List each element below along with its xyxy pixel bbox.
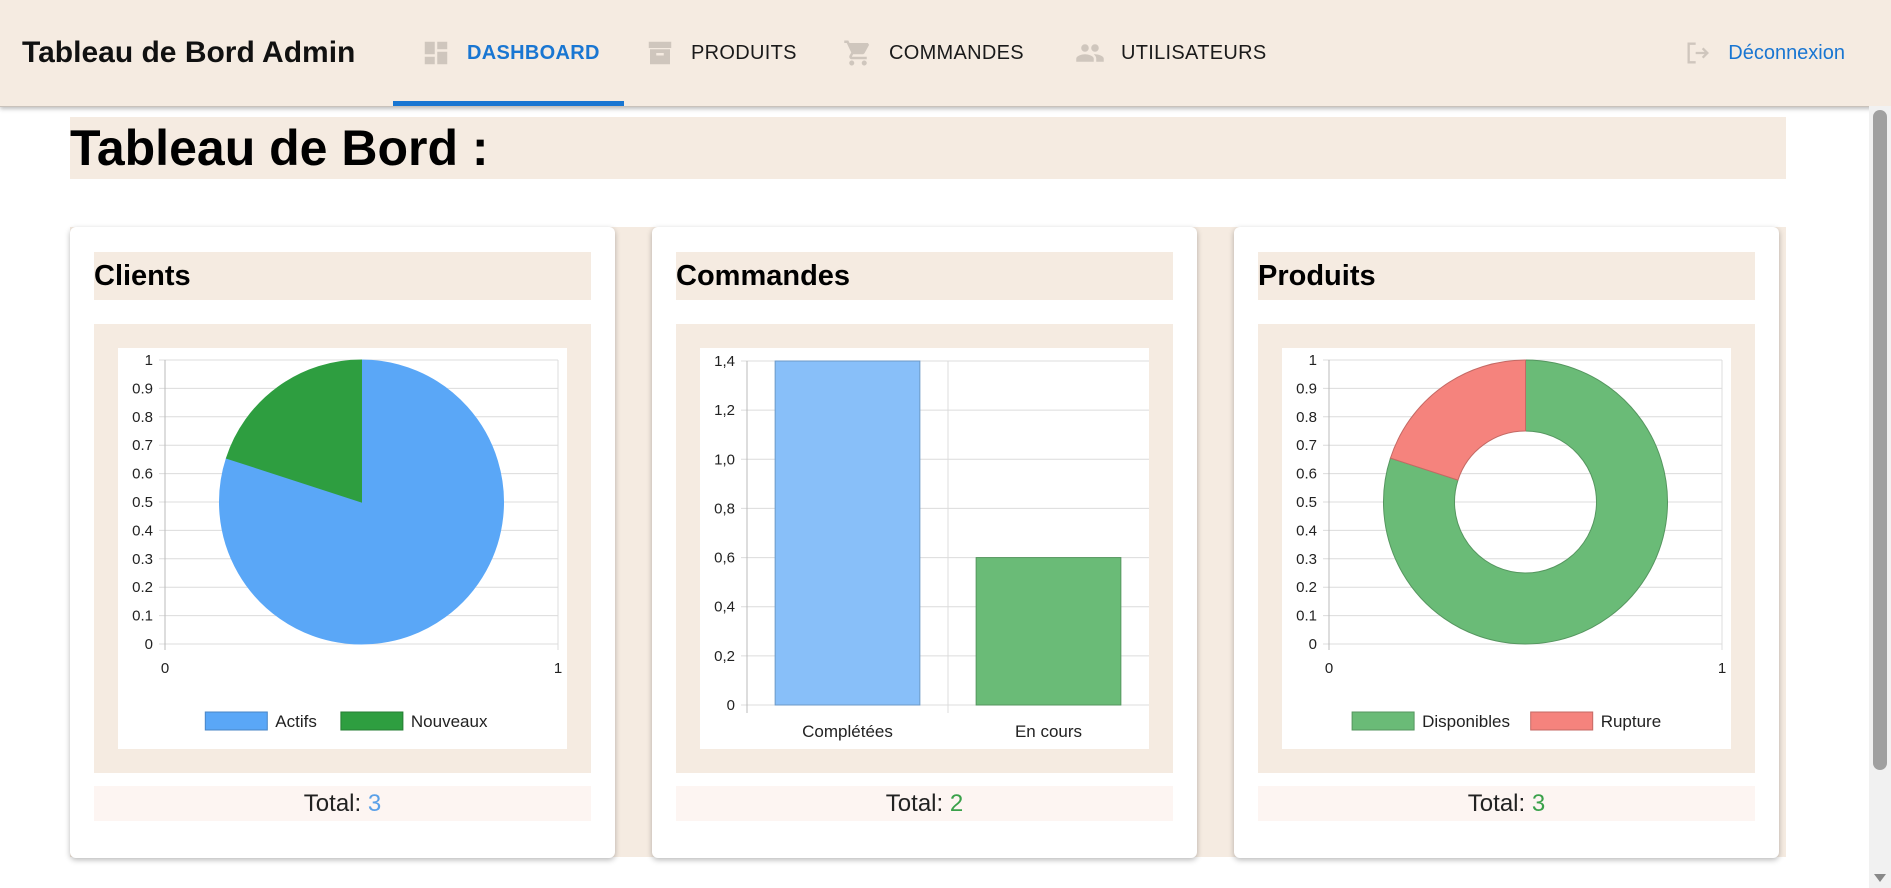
clients-pie-chart: 0 0.1 0.2 0.3 0.4 0.5 0.6 0.7 0.8 0.9 1 0 1 Actifs Nou… — [118, 348, 567, 749]
bar-en-cours — [975, 557, 1122, 706]
y-tick-label: 1,4 — [714, 353, 735, 370]
total-label: Total: — [1467, 790, 1526, 817]
x-tick-label: Complétées — [802, 722, 893, 741]
x-tick-label: 1 — [1718, 660, 1726, 677]
y-tick-label: 0,8 — [714, 500, 735, 517]
nav-tab-label: DASHBOARD — [467, 41, 600, 64]
logout-label: Déconnexion — [1728, 41, 1845, 64]
y-tick-label: 0.8 — [132, 409, 153, 426]
total-value: 3 — [1531, 790, 1546, 817]
legend-swatch — [340, 711, 404, 731]
legend-label: Actifs — [275, 712, 317, 731]
nav-tab-utilisateurs[interactable]: UTILISATEURS — [1075, 0, 1266, 106]
chart-frame: 0 0,2 0,4 0,6 0,8 1,0 1,2 1,4 Complétées En cours — [676, 324, 1173, 773]
card-total: Total: 3 — [1258, 786, 1755, 821]
y-tick-label: 0.8 — [1296, 409, 1317, 426]
card-clients: Clients 0 0.1 0.2 0.3 0.4 0.5 0.6 0.7 0.8 0.9 1 0 1 A… — [70, 227, 615, 858]
pie-slice-rupture — [1389, 359, 1526, 481]
y-tick-label: 0.9 — [132, 380, 153, 397]
y-tick-label: 0,4 — [714, 599, 735, 616]
y-tick-label: 0.7 — [1296, 437, 1317, 454]
page-title: Tableau de Bord : — [70, 117, 1786, 179]
y-tick-label: 0,2 — [714, 648, 735, 665]
total-value: 3 — [367, 790, 382, 817]
legend-swatch — [1530, 711, 1594, 731]
y-tick-label: 0.6 — [1296, 466, 1317, 483]
y-tick-label: 0,6 — [714, 550, 735, 567]
scrollbar-thumb[interactable] — [1873, 110, 1887, 770]
x-tick-label: En cours — [1015, 722, 1082, 741]
nav-tab-produits[interactable]: PRODUITS — [645, 0, 797, 106]
nav-tab-label: COMMANDES — [889, 41, 1024, 64]
chart-frame: 0 0.1 0.2 0.3 0.4 0.5 0.6 0.7 0.8 0.9 1 0 1 Actifs Nou… — [94, 324, 591, 773]
card-produits: Produits 0 0.1 0.2 0.3 0.4 0.5 0.6 0.7 0.8 0.9 1 0 1… — [1234, 227, 1779, 858]
y-tick-label: 0.3 — [1296, 551, 1317, 568]
x-tick-label: 0 — [1325, 660, 1333, 677]
card-title: Produits — [1258, 252, 1755, 300]
card-title: Commandes — [676, 252, 1173, 300]
x-tick-label: 1 — [554, 660, 562, 677]
shopping-cart-icon — [844, 40, 870, 66]
y-tick-label: 1 — [1309, 352, 1317, 369]
card-title: Clients — [94, 252, 591, 300]
y-tick-label: 0 — [145, 636, 153, 653]
total-label: Total: — [303, 790, 362, 817]
total-label: Total: — [885, 790, 944, 817]
produits-doughnut-chart: 0 0.1 0.2 0.3 0.4 0.5 0.6 0.7 0.8 0.9 1 0 1 Disponibl… — [1282, 348, 1731, 749]
commandes-bar-chart: 0 0,2 0,4 0,6 0,8 1,0 1,2 1,4 Complétées En cours — [700, 348, 1149, 749]
logout-icon — [1687, 42, 1710, 64]
legend-swatch — [1351, 711, 1415, 731]
legend-label: Rupture — [1601, 712, 1661, 731]
y-tick-label: 0.9 — [1296, 380, 1317, 397]
y-tick-label: 0.7 — [132, 437, 153, 454]
people-icon — [1076, 44, 1104, 62]
legend-swatch — [204, 711, 268, 731]
top-navbar: Tableau de Bord Admin DASHBOARD PRODUITS… — [0, 0, 1891, 107]
nav-tab-commandes[interactable]: COMMANDES — [843, 0, 1024, 106]
card-total: Total: 3 — [94, 786, 591, 821]
y-tick-label: 1,0 — [714, 451, 735, 468]
bar-completees — [774, 360, 921, 706]
legend-label: Disponibles — [1422, 712, 1510, 731]
total-value: 2 — [949, 790, 964, 817]
y-tick-label: 1 — [145, 352, 153, 369]
brand-title: Tableau de Bord Admin — [22, 36, 356, 69]
y-tick-label: 0.1 — [132, 608, 153, 625]
dashboard-icon — [424, 41, 448, 65]
y-tick-label: 0.4 — [132, 522, 153, 539]
legend-label: Nouveaux — [411, 712, 488, 731]
card-commandes: Commandes 0 0,2 0,4 0,6 0,8 1,0 1,2 1,4 Complété… — [652, 227, 1197, 858]
y-tick-label: 0 — [727, 697, 735, 714]
archive-box-icon — [648, 41, 672, 65]
y-tick-label: 0.1 — [1296, 608, 1317, 625]
x-tick-label: 0 — [161, 660, 169, 677]
chart-frame: 0 0.1 0.2 0.3 0.4 0.5 0.6 0.7 0.8 0.9 1 0 1 Disponibl… — [1258, 324, 1755, 773]
nav-tab-label: UTILISATEURS — [1121, 41, 1267, 64]
y-tick-label: 0.2 — [132, 579, 153, 596]
nav-tab-label: PRODUITS — [691, 41, 797, 64]
y-tick-label: 0.5 — [1296, 494, 1317, 511]
card-total: Total: 2 — [676, 786, 1173, 821]
y-tick-label: 0.6 — [132, 466, 153, 483]
logout-button[interactable]: Déconnexion — [1684, 0, 1845, 106]
scroll-down-arrow-icon[interactable] — [1874, 874, 1886, 882]
y-tick-label: 0.5 — [132, 494, 153, 511]
y-tick-label: 0.2 — [1296, 579, 1317, 596]
y-tick-label: 0.4 — [1296, 522, 1317, 539]
y-tick-label: 0 — [1309, 636, 1317, 653]
y-tick-label: 1,2 — [714, 402, 735, 419]
y-tick-label: 0.3 — [132, 551, 153, 568]
nav-tab-dashboard[interactable]: DASHBOARD — [393, 0, 624, 106]
